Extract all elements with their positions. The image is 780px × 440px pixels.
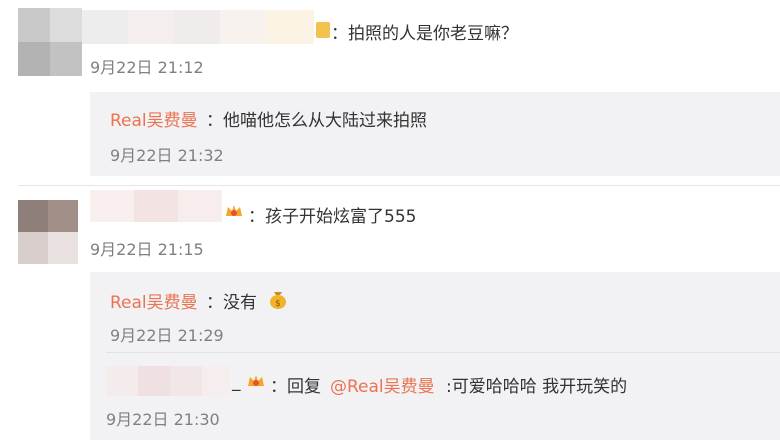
reply-time: 9月22日 21:29 xyxy=(110,326,224,345)
comment-text: ：拍照的人是你老豆嘛？ xyxy=(331,24,518,44)
reply-text: :可爱哈哈哈 我开玩笑的 xyxy=(446,377,628,397)
avatar[interactable] xyxy=(18,200,78,264)
underscore-text: _ xyxy=(232,372,241,392)
reply-text: ：他喵他怎么从大陆过来拍照 xyxy=(206,111,427,131)
crown-icon xyxy=(226,205,242,216)
reply-divider xyxy=(106,352,780,353)
money-bag-icon: $ xyxy=(270,292,286,309)
comment-divider xyxy=(18,185,780,186)
crown-icon xyxy=(248,375,264,386)
reply-username[interactable]: Real吴费曼 xyxy=(110,106,198,131)
reply-time: 9月22日 21:30 xyxy=(106,410,220,429)
mention-link[interactable]: @Real吴费曼 xyxy=(330,372,435,397)
reply-text: ：没有 xyxy=(206,293,257,313)
username-blurred[interactable] xyxy=(106,366,230,396)
comment-time: 9月22日 21:12 xyxy=(90,58,204,77)
comment-time: 9月22日 21:15 xyxy=(90,240,204,259)
vip-badge-icon xyxy=(316,22,330,38)
reply-username[interactable]: Real吴费曼 xyxy=(110,288,198,313)
username-blurred[interactable] xyxy=(90,190,222,222)
svg-text:$: $ xyxy=(275,299,281,309)
reply-time: 9月22日 21:32 xyxy=(110,146,224,165)
username-blurred[interactable] xyxy=(82,10,314,44)
reply-prefix: ：回复 xyxy=(270,377,321,397)
comment-text: ：孩子开始炫富了555 xyxy=(248,207,417,227)
avatar[interactable] xyxy=(18,8,82,76)
